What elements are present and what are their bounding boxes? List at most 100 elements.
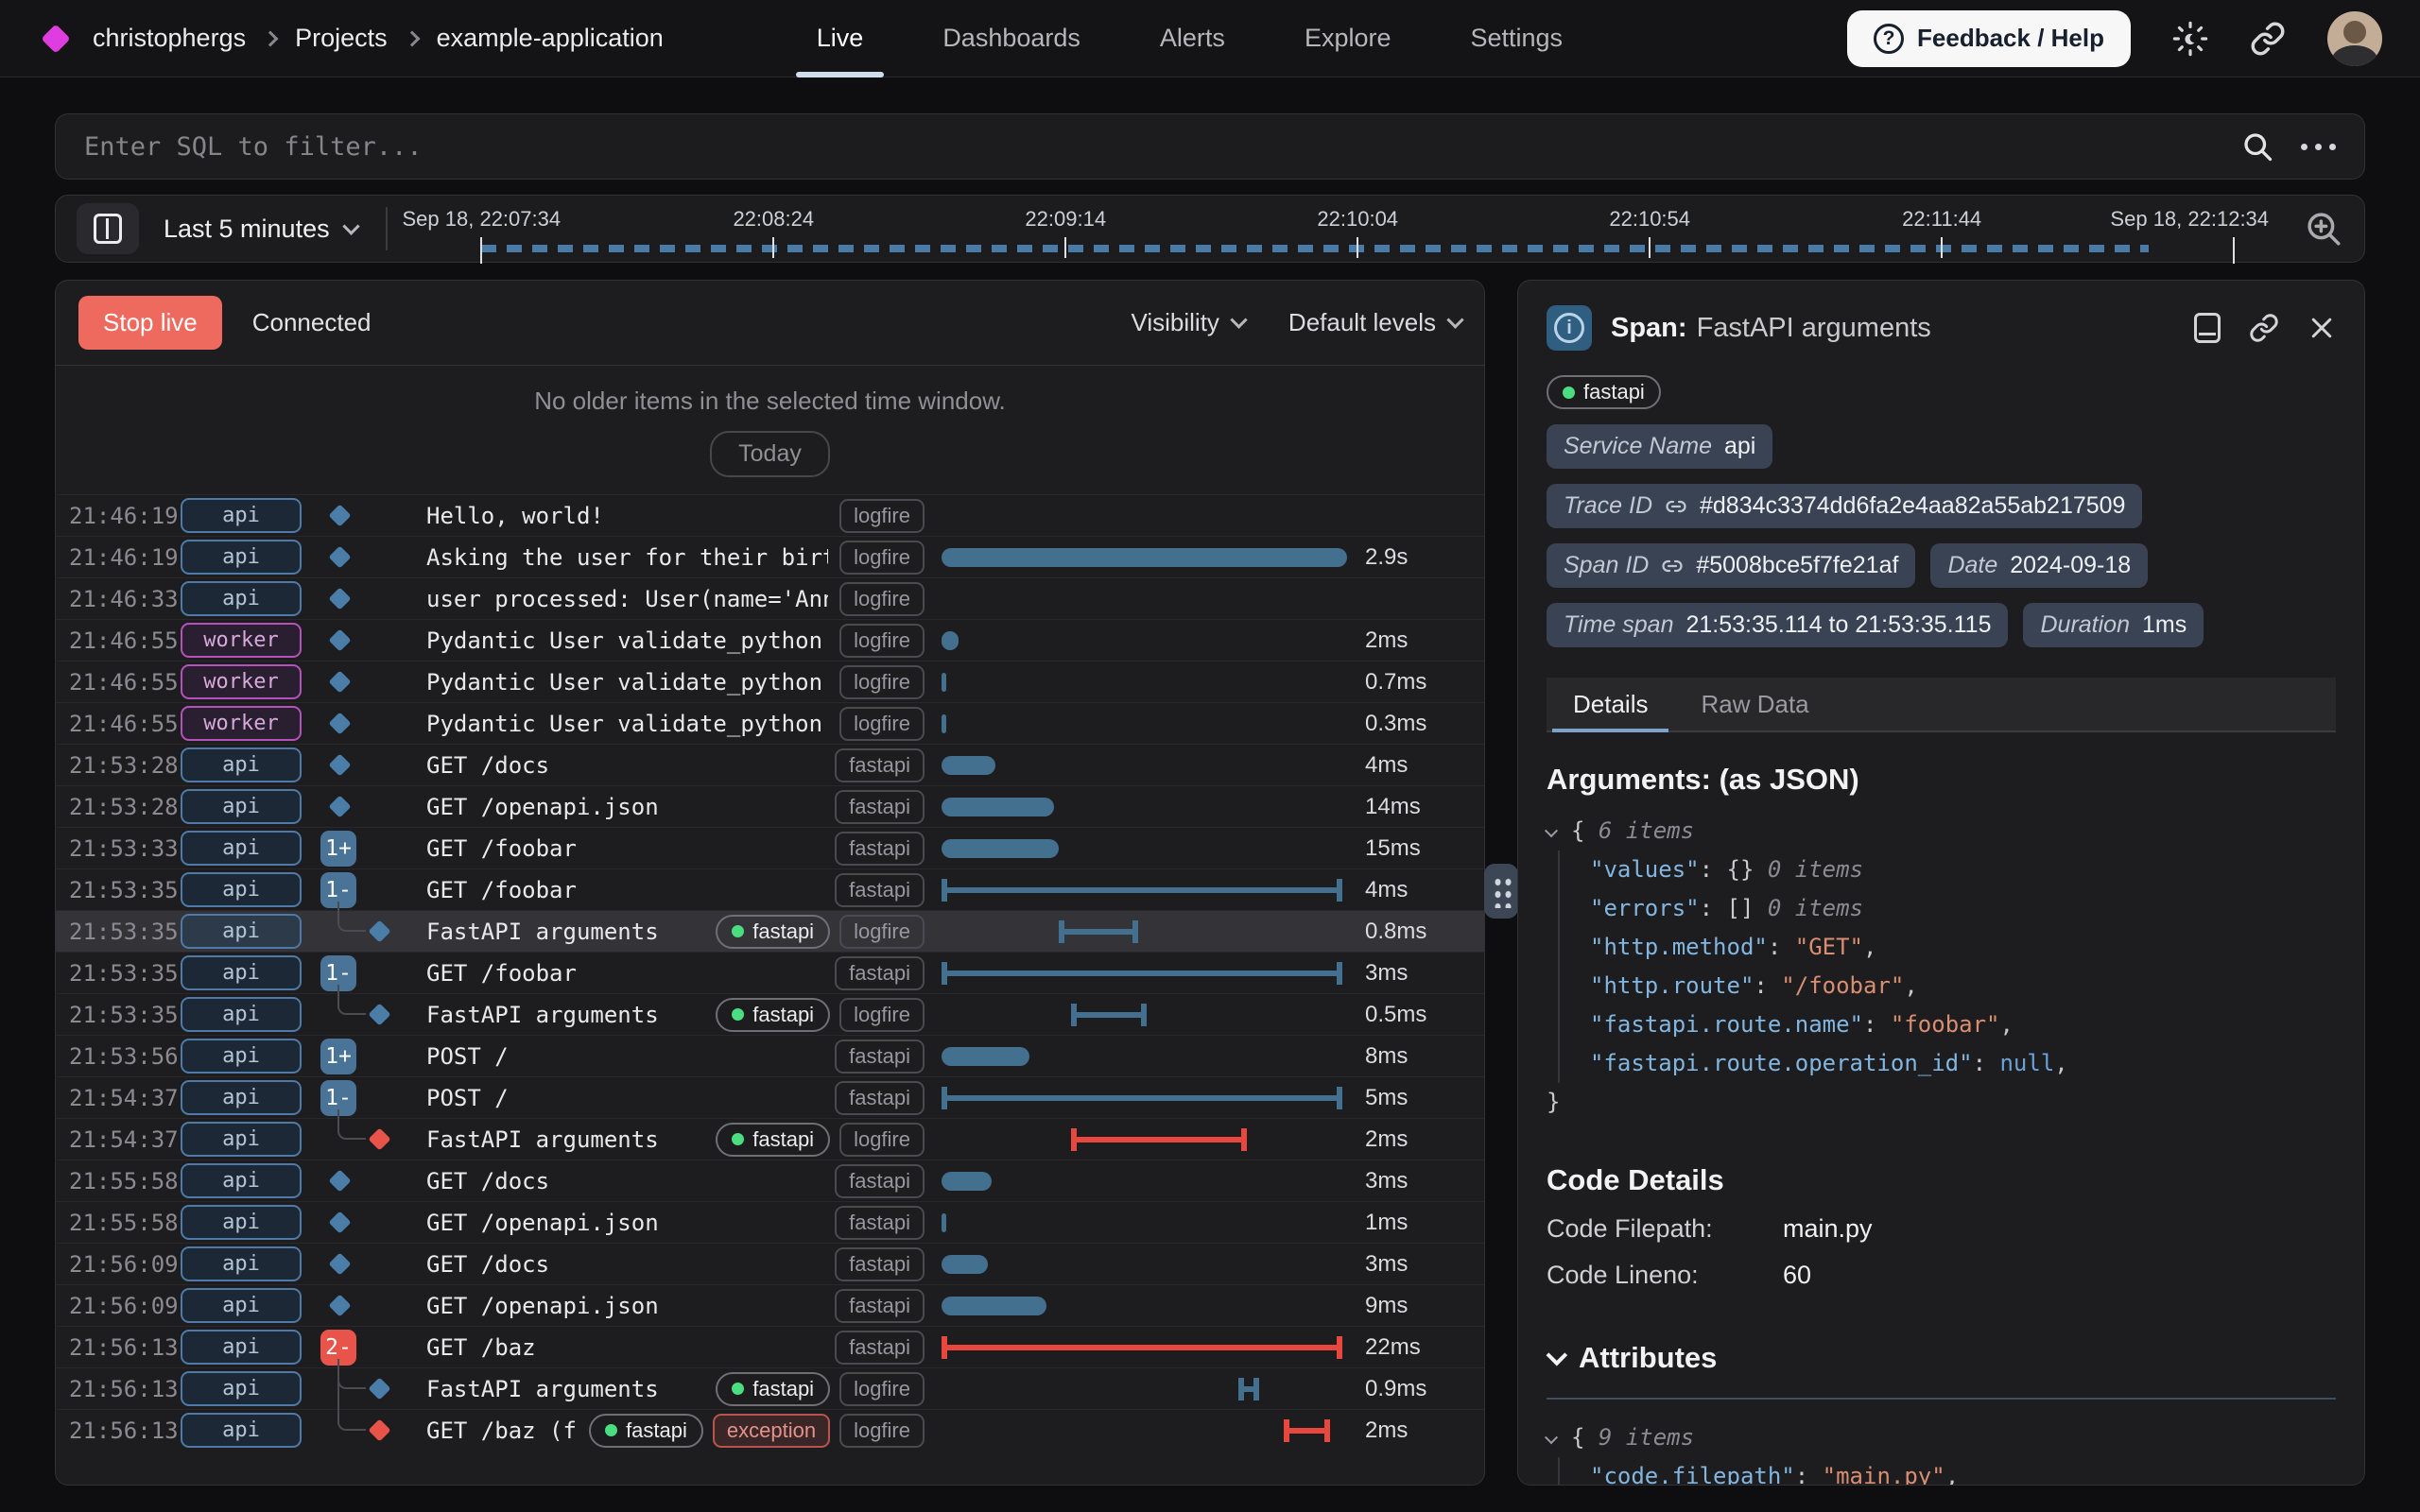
marker-cell <box>320 1160 421 1201</box>
span-time: 21:54:37 <box>69 1085 181 1111</box>
share-link-icon[interactable] <box>2250 21 2286 57</box>
span-time: 21:56:13 <box>69 1418 181 1444</box>
table-row[interactable]: 21:56:13apiGET /baz (foobar)fastapiexcep… <box>56 1409 1484 1451</box>
tag-fastapi: fastapi <box>716 915 830 949</box>
table-row[interactable]: 21:46:19apiHello, world!logfire <box>56 494 1484 536</box>
service-badge: api <box>181 747 302 782</box>
table-row[interactable]: 21:53:28apiGET /openapi.jsonfastapi14ms <box>56 785 1484 827</box>
copy-link-icon[interactable] <box>2249 313 2279 343</box>
table-row[interactable]: 21:56:09apiGET /docsfastapi3ms <box>56 1243 1484 1284</box>
duration-bar-cell <box>942 1119 1359 1160</box>
span-detail-header: i Span:FastAPI arguments <box>1547 305 2336 351</box>
tag-logfire: logfire <box>839 998 925 1032</box>
link-icon <box>1665 495 1687 518</box>
span-tags: fastapi <box>835 832 925 866</box>
span-tags: fastapi <box>835 873 925 907</box>
attributes-json: { 9 items"code.filepath": "main.py","cod… <box>1547 1418 2336 1486</box>
breadcrumb-project[interactable]: example-application <box>437 24 664 53</box>
table-row[interactable]: 21:54:37api1-POST /fastapi5ms <box>56 1076 1484 1118</box>
sidebar-toggle-button[interactable] <box>77 203 139 254</box>
table-row[interactable]: 21:53:28apiGET /docsfastapi4ms <box>56 744 1484 785</box>
table-row[interactable]: 21:53:35apiFastAPI argumentsfastapilogfi… <box>56 910 1484 952</box>
duration-value: 1ms <box>1359 1210 1469 1236</box>
span-time: 21:46:55 <box>69 711 181 737</box>
service-badge: api <box>181 1413 302 1448</box>
duration-chip: Duration 1ms <box>2023 603 2204 647</box>
tag-fastapi: fastapi <box>835 1247 925 1281</box>
span-diamond-icon <box>328 753 351 776</box>
span-tags: fastapiexceptionlogfire <box>589 1414 925 1448</box>
table-row[interactable]: 21:53:33api1+GET /foobarfastapi15ms <box>56 827 1484 868</box>
duration-bar-cell <box>942 786 1359 827</box>
duration-span-bar <box>942 962 1342 985</box>
tab-settings[interactable]: Settings <box>1430 0 1602 77</box>
tab-live[interactable]: Live <box>777 0 904 77</box>
code-details-heading: Code Details <box>1547 1163 2336 1197</box>
time-range-select[interactable]: Last 5 minutes <box>164 215 357 244</box>
marker-cell <box>320 1410 421 1451</box>
collapse-chevron-icon[interactable] <box>1545 824 1558 837</box>
span-tags: fastapilogfire <box>716 915 925 949</box>
search-icon[interactable] <box>2240 129 2274 163</box>
stop-live-button[interactable]: Stop live <box>78 296 222 350</box>
table-row[interactable]: 21:53:35api1-GET /foobarfastapi3ms <box>56 952 1484 993</box>
tag-logfire: logfire <box>839 1414 925 1448</box>
breadcrumb-projects[interactable]: Projects <box>295 24 388 53</box>
table-row[interactable]: 21:54:37apiFastAPI argumentsfastapilogfi… <box>56 1118 1484 1160</box>
json-line: "http.route": "/foobar", <box>1590 967 2336 1005</box>
attributes-toggle[interactable]: Attributes <box>1547 1341 2336 1375</box>
tag-logfire: logfire <box>839 582 925 616</box>
default-levels-dropdown[interactable]: Default levels <box>1288 308 1461 337</box>
span-diamond-icon <box>328 1211 351 1233</box>
close-icon[interactable] <box>2308 314 2336 342</box>
table-row[interactable]: 21:56:09apiGET /openapi.jsonfastapi9ms <box>56 1284 1484 1326</box>
span-message: FastAPI arguments <box>426 1002 704 1028</box>
table-row[interactable]: 21:55:58apiGET /openapi.jsonfastapi1ms <box>56 1201 1484 1243</box>
span-time: 21:53:35 <box>69 960 181 987</box>
tab-dashboards[interactable]: Dashboards <box>903 0 1120 77</box>
dock-panel-icon[interactable] <box>2194 313 2221 343</box>
table-row[interactable]: 21:46:33apiuser processed: User(name='An… <box>56 577 1484 619</box>
today-button[interactable]: Today <box>710 431 830 477</box>
table-row[interactable]: 21:53:35apiFastAPI argumentsfastapilogfi… <box>56 993 1484 1035</box>
breadcrumb-org[interactable]: christophergs <box>93 24 246 53</box>
table-row[interactable]: 21:56:13api2-GET /bazfastapi22ms <box>56 1326 1484 1367</box>
panel-resize-handle[interactable] <box>1484 864 1518 919</box>
tab-details[interactable]: Details <box>1547 678 1674 730</box>
timeline[interactable]: Sep 18, 22:07:3422:08:2422:09:1422:10:04… <box>397 196 2281 262</box>
table-row[interactable]: 21:56:13apiFastAPI argumentsfastapilogfi… <box>56 1367 1484 1409</box>
span-diamond-icon <box>328 1252 351 1275</box>
tag-logfire: logfire <box>839 541 925 575</box>
span-id-chip[interactable]: Span ID #5008bce5f7fe21af <box>1547 543 1915 588</box>
table-row[interactable]: 21:46:55workerPydantic User validate_pyt… <box>56 702 1484 744</box>
service-name-chip: Service Name api <box>1547 424 1772 469</box>
tab-explore[interactable]: Explore <box>1265 0 1431 77</box>
span-time: 21:53:35 <box>69 1002 181 1028</box>
sql-filter-input[interactable] <box>84 132 2214 162</box>
chevron-down-icon <box>1446 311 1463 328</box>
tab-alerts[interactable]: Alerts <box>1120 0 1265 77</box>
feedback-help-button[interactable]: ? Feedback / Help <box>1847 10 2131 67</box>
trace-id-chip[interactable]: Trace ID #d834c3374dd6fa2e4aa82a55ab2175… <box>1547 484 2142 528</box>
table-row[interactable]: 21:53:56api1+POST /fastapi8ms <box>56 1035 1484 1076</box>
table-row[interactable]: 21:55:58apiGET /docsfastapi3ms <box>56 1160 1484 1201</box>
theme-toggle-icon[interactable] <box>2172 21 2208 57</box>
child-count-badge[interactable]: 1+ <box>320 831 356 867</box>
tab-raw-data[interactable]: Raw Data <box>1674 678 1835 730</box>
more-options-icon[interactable] <box>2301 144 2336 150</box>
table-row[interactable]: 21:46:55workerPydantic User validate_pyt… <box>56 619 1484 661</box>
duration-value: 3ms <box>1359 960 1469 987</box>
divider <box>1547 1398 2336 1400</box>
zoom-in-icon[interactable] <box>2304 209 2343 249</box>
breadcrumb: christophergs Projects example-applicati… <box>93 24 664 53</box>
collapse-chevron-icon[interactable] <box>1545 1431 1558 1444</box>
span-message: GET /baz <box>426 1334 823 1361</box>
child-count-badge[interactable]: 1+ <box>320 1039 356 1074</box>
table-row[interactable]: 21:46:55workerPydantic User validate_pyt… <box>56 661 1484 702</box>
span-tags: logfire <box>839 541 925 575</box>
live-list-header: Stop live Connected Visibility Default l… <box>56 281 1484 366</box>
user-avatar[interactable] <box>2327 11 2382 66</box>
visibility-dropdown[interactable]: Visibility <box>1131 308 1244 337</box>
table-row[interactable]: 21:53:35api1-GET /foobarfastapi4ms <box>56 868 1484 910</box>
table-row[interactable]: 21:46:19apiAsking the user for their bir… <box>56 536 1484 577</box>
